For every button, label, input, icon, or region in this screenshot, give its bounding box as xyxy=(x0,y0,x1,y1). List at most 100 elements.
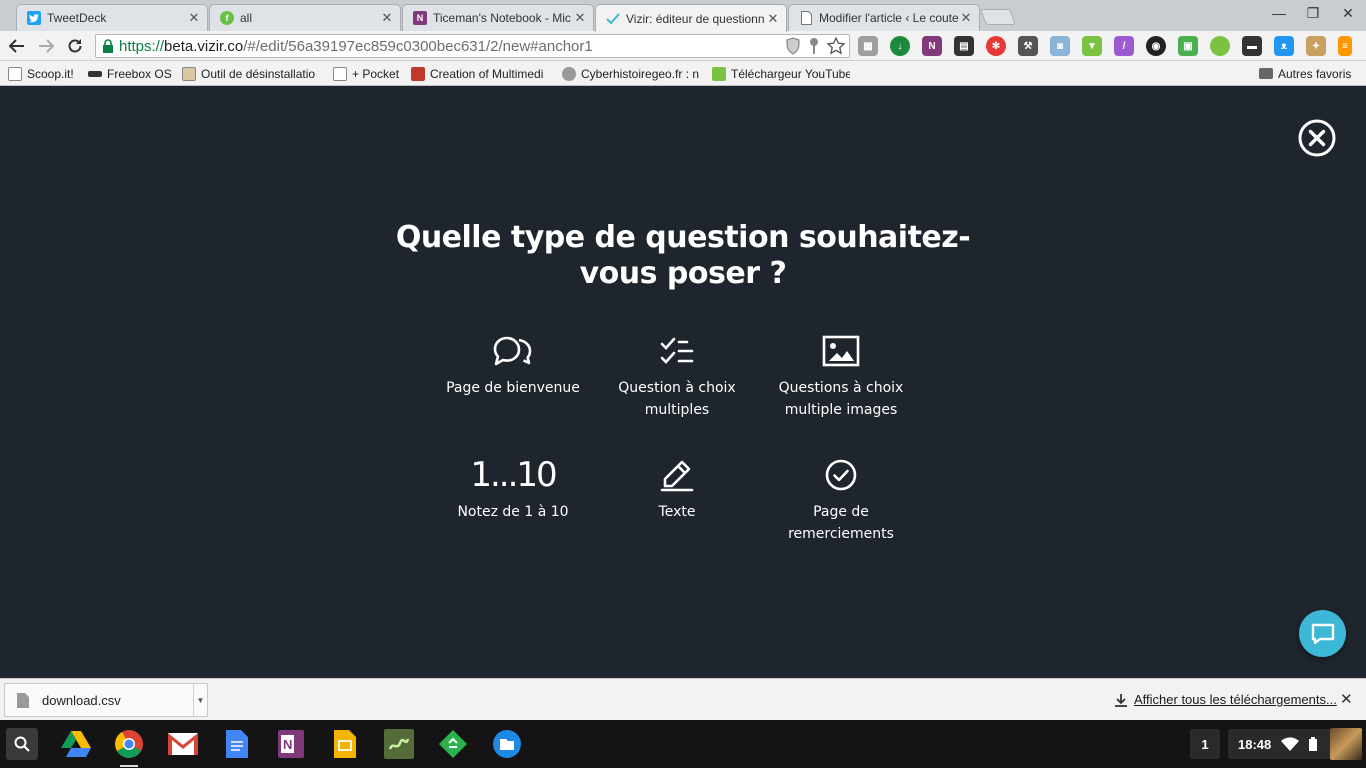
close-circle-icon xyxy=(1298,119,1336,157)
tab-title: Vizir: éditeur de questionn xyxy=(626,11,765,26)
green-dot-icon[interactable] xyxy=(1210,36,1230,56)
extensions-area: ▦ ↓ N ▤ ✻ ⚒ ◙ ▼ / ◉ ▣ ▬ ᴥ ✦ ≡ xyxy=(858,36,1352,56)
wifi-icon xyxy=(1281,737,1300,751)
tab-modifier-article[interactable]: Modifier l'article ‹ Le coute ✕ xyxy=(788,4,980,31)
new-tab-button[interactable] xyxy=(980,9,1016,25)
bookmark-label: Téléchargeur YouTube xyxy=(731,66,850,81)
menu-icon[interactable]: ≡ xyxy=(1338,36,1352,56)
film-icon[interactable]: ▤ xyxy=(954,36,974,56)
tab-tweetdeck[interactable]: TweetDeck ✕ xyxy=(16,4,208,31)
minimize-button[interactable]: — xyxy=(1268,5,1290,25)
show-all-downloads-link[interactable]: Afficher tous les téléchargements... xyxy=(1114,692,1337,707)
camera-icon[interactable]: ◙ xyxy=(1050,36,1070,56)
pinwheel-icon[interactable]: ✻ xyxy=(986,36,1006,56)
option-multiple-choice[interactable]: Question à choix multiples xyxy=(602,333,752,421)
highlighter-icon[interactable]: ▼ xyxy=(1082,36,1102,56)
star-icon[interactable] xyxy=(827,37,845,55)
cat-icon[interactable]: ᴥ xyxy=(1274,36,1294,56)
back-arrow-icon xyxy=(9,39,24,53)
bookmark-label: Scoop.it! xyxy=(27,66,74,81)
option-multiple-choice-images[interactable]: Questions à choix multiple images xyxy=(766,333,916,421)
key-icon[interactable] xyxy=(807,37,821,55)
notification-count[interactable]: 1 xyxy=(1190,729,1220,759)
close-icon[interactable]: ✕ xyxy=(380,10,394,26)
close-downloads-bar-button[interactable]: ✕ xyxy=(1340,690,1353,708)
tab-title: TweetDeck xyxy=(47,11,107,25)
tab-ticeman-notebook[interactable]: N Ticeman's Notebook - Mic ✕ xyxy=(402,4,594,31)
close-modal-button[interactable] xyxy=(1298,119,1336,157)
browser-toolbar: https://beta.vizir.co/#/edit/56a39197ec8… xyxy=(0,31,1366,61)
docs-icon[interactable] xyxy=(222,729,252,759)
tab-strip: TweetDeck ✕ f all ✕ N Ticeman's Notebook… xyxy=(0,0,1366,32)
gmail-icon[interactable] xyxy=(168,729,198,759)
system-tray[interactable]: 18:48 xyxy=(1228,728,1362,760)
download-file-name: download.csv xyxy=(42,692,121,708)
chevron-down-icon[interactable]: ▼ xyxy=(193,684,207,716)
bookmark-cyberhistoire[interactable]: Cyberhistoiregeo.fr : n xyxy=(562,65,702,82)
folder-icon xyxy=(1259,68,1273,79)
forward-button[interactable] xyxy=(35,35,57,57)
onenote-icon: N xyxy=(413,11,427,25)
rocket-icon[interactable]: ✦ xyxy=(1306,36,1326,56)
bookmark-freebox[interactable]: Freebox OS xyxy=(88,65,173,82)
restore-button[interactable]: ❐ xyxy=(1302,5,1324,25)
show-all-label: Afficher tous les téléchargements... xyxy=(1134,692,1337,707)
drive-icon[interactable] xyxy=(61,729,91,759)
reload-button[interactable] xyxy=(64,35,86,57)
page-icon xyxy=(799,11,813,25)
close-icon[interactable]: ✕ xyxy=(766,11,780,27)
option-rating-1-10[interactable]: 1...10 Notez de 1 à 10 xyxy=(438,457,588,523)
close-icon[interactable]: ✕ xyxy=(573,10,587,26)
shield-icon[interactable] xyxy=(785,37,801,55)
app-launcher-button[interactable] xyxy=(6,728,38,760)
chat-support-button[interactable] xyxy=(1299,610,1346,657)
option-label: Questions à choix xyxy=(778,380,904,396)
option-label: Texte xyxy=(658,504,696,520)
puzzle-icon[interactable]: ▦ xyxy=(858,36,878,56)
option-label: Page de xyxy=(813,504,869,520)
bookmark-scoopit[interactable]: Scoop.it! xyxy=(8,65,78,82)
option-thank-you-page[interactable]: Page de remerciements xyxy=(766,457,916,545)
color-wheel-icon[interactable]: ◉ xyxy=(1146,36,1166,56)
slides-icon[interactable] xyxy=(330,729,360,759)
bookmark-youtube-downloader[interactable]: Téléchargeur YouTube xyxy=(712,65,850,82)
bookmark-label: Outil de désinstallatio xyxy=(201,66,316,81)
onenote-icon[interactable]: N xyxy=(276,729,306,759)
onenote-icon[interactable]: N xyxy=(922,36,942,56)
title-line-2: vous poser ? xyxy=(579,256,787,291)
printer-icon[interactable]: ▣ xyxy=(1178,36,1198,56)
close-icon[interactable]: ✕ xyxy=(959,10,973,26)
bookmark-outil[interactable]: Outil de désinstallatio xyxy=(182,65,320,82)
download-icon xyxy=(1115,693,1127,707)
scratch-icon[interactable] xyxy=(384,729,414,759)
address-bar[interactable]: https://beta.vizir.co/#/edit/56a39197ec8… xyxy=(95,34,850,58)
bookmarks-bar: Scoop.it! Freebox OS Outil de désinstall… xyxy=(0,61,1366,86)
tools-icon[interactable]: ⚒ xyxy=(1018,36,1038,56)
lock-icon xyxy=(103,39,113,53)
tab-vizir-editor[interactable]: Vizir: éditeur de questionn ✕ xyxy=(595,4,787,32)
bookmark-multimedia[interactable]: Creation of Multimedi xyxy=(411,65,551,82)
other-bookmarks-label: Autres favoris xyxy=(1278,66,1352,81)
url-host: beta.vizir.co xyxy=(164,37,244,55)
chat-icon[interactable]: ▬ xyxy=(1242,36,1262,56)
feather-icon[interactable]: / xyxy=(1114,36,1134,56)
feedly-icon[interactable] xyxy=(438,729,468,759)
other-bookmarks[interactable]: Autres favoris xyxy=(1259,65,1359,82)
option-welcome-page[interactable]: Page de bienvenue xyxy=(438,333,588,399)
checklist-icon xyxy=(660,337,694,364)
back-button[interactable] xyxy=(6,35,28,57)
close-icon[interactable]: ✕ xyxy=(187,10,201,26)
battery-icon xyxy=(1309,737,1318,751)
download-item[interactable]: download.csv ▼ xyxy=(4,683,208,717)
tab-all[interactable]: f all ✕ xyxy=(209,4,401,31)
window-close-button[interactable]: ✕ xyxy=(1337,5,1359,25)
files-icon[interactable] xyxy=(492,729,522,759)
chrome-icon[interactable] xyxy=(114,729,144,767)
option-text[interactable]: Texte xyxy=(602,457,752,523)
bookmark-pocket[interactable]: + Pocket xyxy=(333,65,403,82)
uninstall-icon xyxy=(182,66,196,81)
os-shelf: N 1 18:48 xyxy=(0,720,1366,768)
download-green-icon[interactable]: ↓ xyxy=(890,36,910,56)
file-icon xyxy=(17,692,29,708)
twitter-icon xyxy=(27,11,41,25)
